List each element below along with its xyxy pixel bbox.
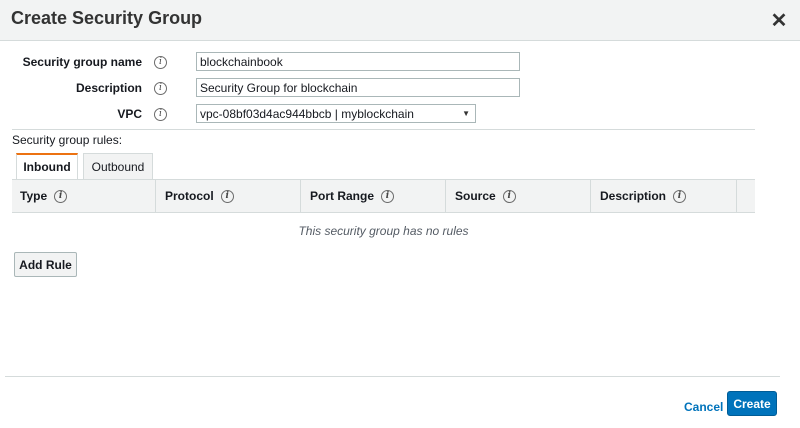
add-rule-button[interactable]: Add Rule xyxy=(14,252,77,277)
footer-divider xyxy=(5,376,780,377)
column-header-label: Description xyxy=(600,189,667,203)
dialog-title: Create Security Group xyxy=(11,8,203,28)
dialog-header: Create Security Group ✕ xyxy=(0,0,800,41)
vpc-label: VPC xyxy=(117,107,142,121)
column-header-label: Protocol xyxy=(165,189,214,203)
close-icon[interactable]: ✕ xyxy=(768,9,790,32)
info-icon[interactable]: i xyxy=(154,56,167,69)
info-icon[interactable]: i xyxy=(220,189,234,203)
vpc-selected-value: vpc-08bf03d4ac944bbcb | myblockchain xyxy=(200,107,414,121)
info-icon[interactable]: i xyxy=(673,189,687,203)
security-group-name-input[interactable] xyxy=(196,52,520,71)
column-header-description: Description i xyxy=(592,180,737,212)
tab-outbound[interactable]: Outbound xyxy=(83,153,153,179)
create-button[interactable]: Create xyxy=(727,391,777,416)
description-label: Description xyxy=(75,81,142,95)
info-icon[interactable]: i xyxy=(54,189,68,203)
column-header-source: Source i xyxy=(447,180,591,212)
empty-rules-message: This security group has no rules xyxy=(298,224,469,238)
column-header-port-range: Port Range i xyxy=(302,180,446,212)
security-group-name-row: Security group name i xyxy=(0,52,800,74)
info-icon[interactable]: i xyxy=(381,189,395,203)
vpc-row: VPC i vpc-08bf03d4ac944bbcb | myblockcha… xyxy=(0,104,800,126)
chevron-down-icon: ▼ xyxy=(462,109,470,118)
column-header-label: Type xyxy=(20,189,48,203)
security-group-name-label: Security group name xyxy=(22,55,142,69)
security-group-rules-label: Security group rules: xyxy=(12,133,123,147)
info-icon[interactable]: i xyxy=(154,108,167,121)
description-input[interactable] xyxy=(196,78,520,97)
column-header-label: Source xyxy=(455,189,496,203)
description-row: Description i xyxy=(0,78,800,100)
cancel-button[interactable]: Cancel xyxy=(684,400,723,414)
column-header-type: Type i xyxy=(12,180,156,212)
tab-inbound[interactable]: Inbound xyxy=(16,153,78,179)
section-divider xyxy=(12,129,755,130)
column-header-protocol: Protocol i xyxy=(157,180,301,212)
column-header-label: Port Range xyxy=(310,189,375,203)
info-icon[interactable]: i xyxy=(154,82,167,95)
vpc-select[interactable]: vpc-08bf03d4ac944bbcb | myblockchain ▼ xyxy=(196,104,476,123)
info-icon[interactable]: i xyxy=(502,189,516,203)
rules-table-header: Type i Protocol i Port Range i Source i … xyxy=(12,179,755,213)
